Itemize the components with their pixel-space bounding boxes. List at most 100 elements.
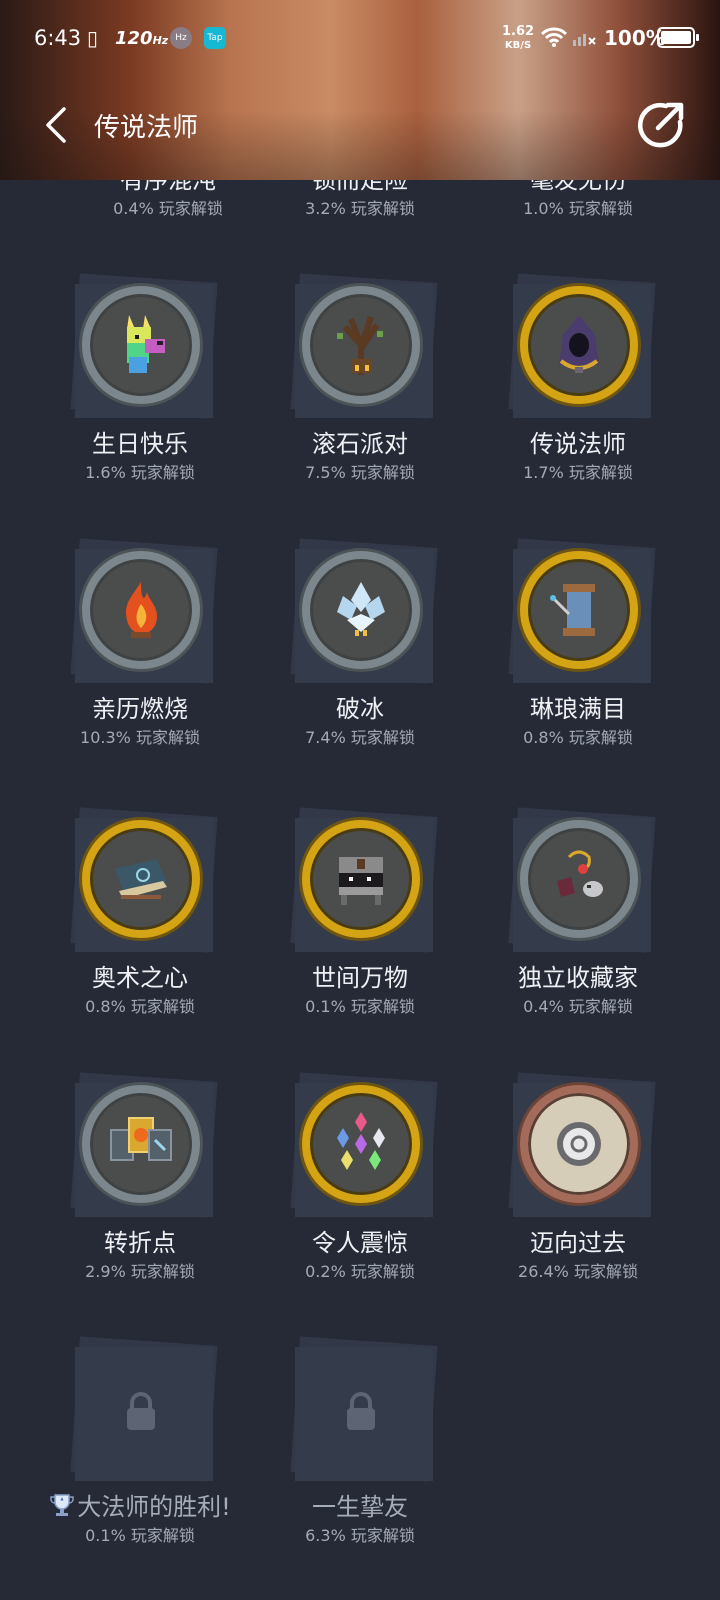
medal-ring xyxy=(302,1085,420,1203)
gems-icon xyxy=(337,1112,385,1170)
achievement-name: 琳琅满目 xyxy=(530,695,626,723)
achievement-archmage-victory[interactable]: 大法师的胜利! 0.1% 玩家解锁 xyxy=(30,1335,250,1547)
spool-icon xyxy=(550,584,595,636)
achievement-unlock-rate: 10.3% 玩家解锁 xyxy=(80,728,200,747)
hooded-wizard-icon xyxy=(559,315,599,373)
cellular-signal-icon xyxy=(573,34,596,46)
achievement-lifelong-friend[interactable]: 一生挚友 6.3% 玩家解锁 xyxy=(250,1335,470,1547)
achievement-name: 破冰 xyxy=(336,695,384,723)
achievement-rolling-stone[interactable]: 滚石派对 7.5% 玩家解锁 xyxy=(250,272,470,484)
achievement-badge xyxy=(30,806,250,956)
achievement-unlock-rate: 0.1% 玩家解锁 xyxy=(305,997,415,1016)
medal-ring xyxy=(82,1085,200,1203)
achievement-unlock-rate: 0.4% 玩家解锁 xyxy=(113,199,223,218)
achievement-name: 生日快乐 xyxy=(92,430,188,458)
portal-icon xyxy=(557,1122,601,1166)
achievement-name: 亲历燃烧 xyxy=(92,695,188,723)
refresh-rate: 120Hz xyxy=(115,28,168,49)
ice-crystal-icon xyxy=(337,582,385,636)
achievement-unlock-rate: 7.4% 玩家解锁 xyxy=(305,728,415,747)
medal-ring xyxy=(520,286,638,404)
spellbook-icon xyxy=(115,859,167,899)
achievement-unlock-rate: 0.4% 玩家解锁 xyxy=(523,997,633,1016)
treasure-chest-icon xyxy=(339,857,383,905)
achievement-name: 迈向过去 xyxy=(530,1229,626,1257)
achievement-badge xyxy=(30,1335,250,1485)
medal-ring xyxy=(520,1085,638,1203)
medal-ring xyxy=(302,551,420,669)
achievement-break-ice[interactable]: 破冰 7.4% 玩家解锁 xyxy=(250,537,470,749)
achievement-unlock-rate: 2.9% 玩家解锁 xyxy=(85,1262,195,1281)
app-header: 6:43 ▯ 120Hz Hz Tap 1.62 KB/S 100% 传说法师 xyxy=(0,0,720,180)
achievement-burning[interactable]: 亲历燃烧 10.3% 玩家解锁 xyxy=(30,537,250,749)
achievement-unlock-rate: 0.1% 玩家解锁 xyxy=(85,1526,195,1545)
achievement-unlock-rate: 0.8% 玩家解锁 xyxy=(85,997,195,1016)
achievement-unlock-rate: 7.5% 玩家解锁 xyxy=(305,463,415,482)
achievement-badge xyxy=(468,806,688,956)
lock-icon xyxy=(347,1392,375,1430)
achievement-arcane-heart[interactable]: 奥术之心 0.8% 玩家解锁 xyxy=(30,806,250,1018)
achievement-name: 世间万物 xyxy=(312,964,408,992)
relics-icon xyxy=(557,850,603,897)
status-bar: 6:43 ▯ 120Hz Hz Tap 1.62 KB/S 100% xyxy=(0,18,720,58)
achievement-name: 独立收藏家 xyxy=(518,964,638,992)
achievement-unlock-rate: 3.2% 玩家解锁 xyxy=(305,199,415,218)
medal-ring xyxy=(82,286,200,404)
achievement-name: 滚石派对 xyxy=(312,430,408,458)
back-arrow-icon[interactable] xyxy=(38,103,78,147)
achievement-badge xyxy=(468,1071,688,1221)
achievement-badge xyxy=(250,1071,470,1221)
achievement-badge xyxy=(468,537,688,687)
cards-icon xyxy=(110,1117,172,1161)
achievement-shocking[interactable]: 令人震惊 0.2% 玩家解锁 xyxy=(250,1071,470,1283)
refresh-rate-value: 120 xyxy=(115,27,153,49)
achievement-unlock-rate: 1.7% 玩家解锁 xyxy=(523,463,633,482)
achievement-unlock-rate: 0.8% 玩家解锁 xyxy=(523,728,633,747)
achievement-name: 一生挚友 xyxy=(312,1493,408,1521)
trophy-icon xyxy=(50,1494,74,1516)
achievement-unlock-rate: 26.4% 玩家解锁 xyxy=(518,1262,638,1281)
stone-tree-icon xyxy=(337,316,383,375)
achievement-turning-point[interactable]: 转折点 2.9% 玩家解锁 xyxy=(30,1071,250,1283)
fire-icon xyxy=(125,582,157,638)
medal-ring xyxy=(520,551,638,669)
network-speed-value: 1.62 xyxy=(502,23,535,39)
achievement-badge xyxy=(250,1335,470,1485)
share-icon[interactable] xyxy=(636,100,686,150)
clock: 6:43 xyxy=(34,26,82,50)
achievement-badge xyxy=(250,272,470,422)
achievement-badge xyxy=(468,272,688,422)
achievement-legendary-wizard[interactable]: 传说法师 1.7% 玩家解锁 xyxy=(468,272,688,484)
medal-ring xyxy=(302,820,420,938)
achievement-unlock-rate: 6.3% 玩家解锁 xyxy=(305,1526,415,1545)
achievement-into-the-past[interactable]: 迈向过去 26.4% 玩家解锁 xyxy=(468,1071,688,1283)
battery-icon xyxy=(657,27,699,48)
achievement-badge xyxy=(250,806,470,956)
achievement-name: 转折点 xyxy=(104,1229,176,1257)
network-speed-unit: KB/S xyxy=(504,39,532,51)
achievement-name: 大法师的胜利! xyxy=(30,1491,250,1523)
achievement-name-text: 大法师的胜利! xyxy=(77,1493,231,1521)
wifi-icon xyxy=(540,27,568,47)
achievement-unlock-rate: 0.2% 玩家解锁 xyxy=(305,1262,415,1281)
medal-ring xyxy=(82,820,200,938)
hz-app-icon: Hz xyxy=(170,27,192,49)
medal-ring xyxy=(302,286,420,404)
medal-ring xyxy=(82,551,200,669)
taptap-app-icon: Tap xyxy=(204,27,226,49)
page-title: 传说法师 xyxy=(94,113,199,143)
vibrate-icon: ▯ xyxy=(87,26,99,50)
lock-icon xyxy=(127,1392,155,1430)
refresh-rate-unit: Hz xyxy=(152,33,169,47)
achievement-everything[interactable]: 世间万物 0.1% 玩家解锁 xyxy=(250,806,470,1018)
achievement-collector[interactable]: 独立收藏家 0.4% 玩家解锁 xyxy=(468,806,688,1018)
achievement-unlock-rate: 1.6% 玩家解锁 xyxy=(85,463,195,482)
achievement-unlock-rate: 1.0% 玩家解锁 xyxy=(523,199,633,218)
achievement-birthday[interactable]: 生日快乐 1.6% 玩家解锁 xyxy=(30,272,250,484)
achievement-name: 令人震惊 xyxy=(312,1229,408,1257)
birthday-llama-icon xyxy=(127,315,165,373)
achievement-dazzling[interactable]: 琳琅满目 0.8% 玩家解锁 xyxy=(468,537,688,749)
medal-ring xyxy=(520,820,638,938)
achievement-badge xyxy=(250,537,470,687)
network-speed: 1.62 KB/S xyxy=(502,25,534,52)
